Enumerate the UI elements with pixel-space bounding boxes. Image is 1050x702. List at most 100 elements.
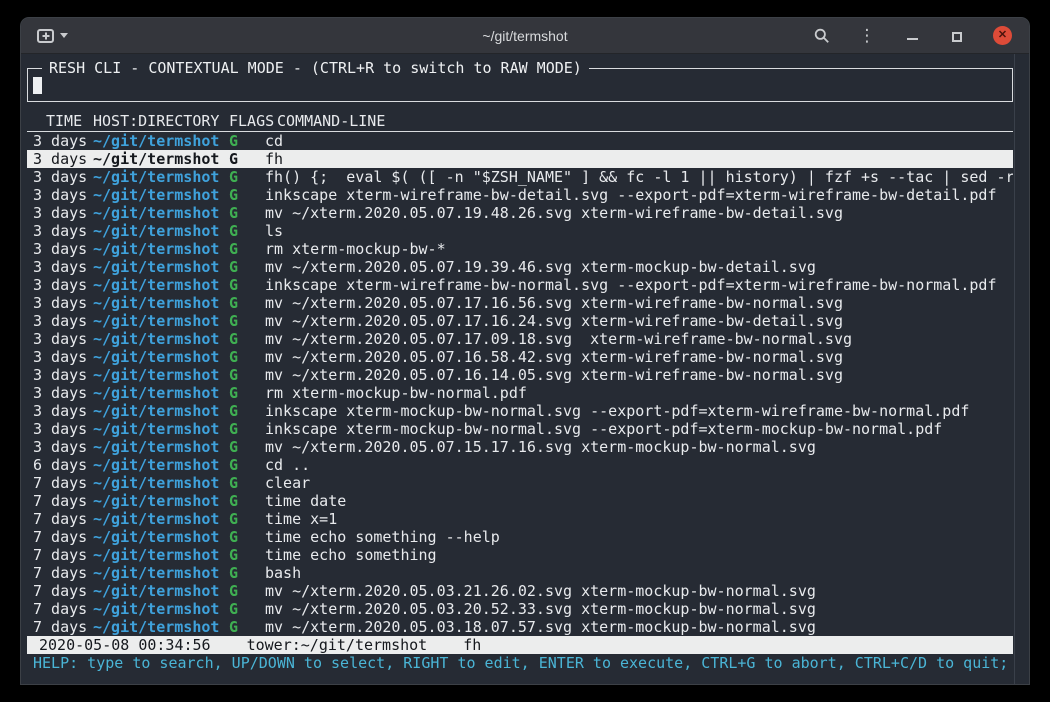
row-time: 3 days	[33, 312, 93, 330]
row-directory: ~/git/termshot	[93, 150, 229, 168]
history-rows: 3 days ~/git/termshot G cd 3 days ~/git/…	[27, 132, 1013, 636]
history-row[interactable]: 7 days ~/git/termshot G mv ~/xterm.2020.…	[27, 582, 1013, 600]
row-command: rm xterm-mockup-bw-normal.pdf	[265, 384, 1013, 402]
history-row[interactable]: 3 days ~/git/termshot G mv ~/xterm.2020.…	[27, 366, 1013, 384]
row-directory: ~/git/termshot	[93, 312, 229, 330]
minimize-icon	[907, 38, 918, 40]
history-row[interactable]: 3 days ~/git/termshot G inkscape xterm-w…	[27, 186, 1013, 204]
row-flags: G	[229, 546, 265, 564]
row-time: 7 days	[33, 474, 93, 492]
status-command: fh	[463, 636, 481, 654]
history-row[interactable]: 3 days ~/git/termshot G inkscape xterm-m…	[27, 402, 1013, 420]
history-row[interactable]: 7 days ~/git/termshot G clear	[27, 474, 1013, 492]
status-bar: 2020-05-08 00:34:56 tower:~/git/termshot…	[27, 636, 1013, 654]
row-flags: G	[229, 492, 265, 510]
row-directory: ~/git/termshot	[93, 528, 229, 546]
row-directory: ~/git/termshot	[93, 600, 229, 618]
history-row[interactable]: 6 days ~/git/termshot G cd ..	[27, 456, 1013, 474]
restore-button[interactable]	[948, 27, 966, 45]
history-row[interactable]: 7 days ~/git/termshot G mv ~/xterm.2020.…	[27, 600, 1013, 618]
history-row[interactable]: 3 days ~/git/termshot G mv ~/xterm.2020.…	[27, 330, 1013, 348]
row-time: 3 days	[33, 204, 93, 222]
history-row[interactable]: 7 days ~/git/termshot G time echo someth…	[27, 546, 1013, 564]
new-tab-button[interactable]	[37, 29, 68, 43]
row-time: 3 days	[33, 366, 93, 384]
row-flags: G	[229, 240, 265, 258]
row-directory: ~/git/termshot	[93, 546, 229, 564]
row-time: 3 days	[33, 420, 93, 438]
row-time: 3 days	[33, 294, 93, 312]
history-row[interactable]: 3 days ~/git/termshot G rm xterm-mockup-…	[27, 240, 1013, 258]
row-directory: ~/git/termshot	[93, 510, 229, 528]
history-row[interactable]: 3 days ~/git/termshot G mv ~/xterm.2020.…	[27, 294, 1013, 312]
row-command: time date	[265, 492, 1013, 510]
history-row[interactable]: 3 days ~/git/termshot G mv ~/xterm.2020.…	[27, 438, 1013, 456]
row-directory: ~/git/termshot	[93, 204, 229, 222]
history-row[interactable]: 7 days ~/git/termshot G time x=1	[27, 510, 1013, 528]
history-header: TIME HOST:DIRECTORY FLAGS COMMAND-LINE	[27, 112, 1013, 132]
row-directory: ~/git/termshot	[93, 582, 229, 600]
row-flags: G	[229, 402, 265, 420]
menu-button[interactable]: ⋮	[858, 27, 876, 45]
row-time: 3 days	[33, 384, 93, 402]
row-flags: G	[229, 600, 265, 618]
row-flags: G	[229, 384, 265, 402]
row-time: 3 days	[33, 348, 93, 366]
row-time: 7 days	[33, 546, 93, 564]
history-row[interactable]: 3 days ~/git/termshot G cd	[27, 132, 1013, 150]
history-row[interactable]: 3 days ~/git/termshot G mv ~/xterm.2020.…	[27, 348, 1013, 366]
scrollbar[interactable]	[1014, 54, 1029, 684]
history-row[interactable]: 3 days ~/git/termshot G fh() {; eval $( …	[27, 168, 1013, 186]
row-flags: G	[229, 510, 265, 528]
row-directory: ~/git/termshot	[93, 366, 229, 384]
history-row[interactable]: 3 days ~/git/termshot G inkscape xterm-w…	[27, 276, 1013, 294]
row-command: mv ~/xterm.2020.05.07.16.58.42.svg xterm…	[265, 348, 1013, 366]
history-row[interactable]: 7 days ~/git/termshot G time date	[27, 492, 1013, 510]
row-directory: ~/git/termshot	[93, 384, 229, 402]
row-command: mv ~/xterm.2020.05.03.20.52.33.svg xterm…	[265, 600, 1013, 618]
close-button[interactable]	[993, 26, 1012, 45]
row-directory: ~/git/termshot	[93, 186, 229, 204]
titlebar: ~/git/termshot ⋮	[21, 18, 1029, 54]
row-directory: ~/git/termshot	[93, 240, 229, 258]
history-row[interactable]: 3 days ~/git/termshot G ls	[27, 222, 1013, 240]
terminal-content: RESH CLI - CONTEXTUAL MODE - (CTRL+R to …	[21, 54, 1029, 684]
row-command: time echo something	[265, 546, 1013, 564]
row-flags: G	[229, 366, 265, 384]
history-row[interactable]: 3 days ~/git/termshot G inkscape xterm-m…	[27, 420, 1013, 438]
row-time: 3 days	[33, 330, 93, 348]
history-row[interactable]: 7 days ~/git/termshot G bash	[27, 564, 1013, 582]
row-time: 7 days	[33, 582, 93, 600]
row-command: inkscape xterm-wireframe-bw-normal.svg -…	[265, 276, 1013, 294]
row-directory: ~/git/termshot	[93, 438, 229, 456]
history-row[interactable]: 3 days ~/git/termshot G mv ~/xterm.2020.…	[27, 312, 1013, 330]
history-row[interactable]: 3 days ~/git/termshot G rm xterm-mockup-…	[27, 384, 1013, 402]
history-row[interactable]: 3 days ~/git/termshot G mv ~/xterm.2020.…	[27, 258, 1013, 276]
row-time: 7 days	[33, 618, 93, 636]
header-flags: FLAGS	[229, 112, 277, 131]
row-time: 3 days	[33, 186, 93, 204]
kebab-menu-icon: ⋮	[859, 27, 876, 45]
history-row[interactable]: 3 days ~/git/termshot G mv ~/xterm.2020.…	[27, 204, 1013, 222]
row-flags: G	[229, 312, 265, 330]
new-tab-icon	[37, 29, 54, 43]
row-time: 7 days	[33, 600, 93, 618]
row-command: mv ~/xterm.2020.05.07.15.17.16.svg xterm…	[265, 438, 1013, 456]
terminal-window: ~/git/termshot ⋮ RESH CLI - CONTEXTUA	[21, 18, 1029, 684]
row-flags: G	[229, 258, 265, 276]
titlebar-left-controls	[21, 29, 68, 43]
row-directory: ~/git/termshot	[93, 330, 229, 348]
row-directory: ~/git/termshot	[93, 456, 229, 474]
help-line: HELP: type to search, UP/DOWN to select,…	[27, 654, 1013, 672]
search-button[interactable]	[813, 27, 831, 45]
history-row[interactable]: 7 days ~/git/termshot G time echo someth…	[27, 528, 1013, 546]
row-time: 7 days	[33, 510, 93, 528]
history-row[interactable]: 3 days ~/git/termshot G fh	[27, 150, 1013, 168]
row-time: 7 days	[33, 564, 93, 582]
search-input[interactable]: RESH CLI - CONTEXTUAL MODE - (CTRL+R to …	[27, 68, 1013, 102]
row-time: 3 days	[33, 258, 93, 276]
minimize-button[interactable]	[903, 27, 921, 45]
row-command: inkscape xterm-wireframe-bw-detail.svg -…	[265, 186, 1013, 204]
row-directory: ~/git/termshot	[93, 168, 229, 186]
history-row[interactable]: 7 days ~/git/termshot G mv ~/xterm.2020.…	[27, 618, 1013, 636]
